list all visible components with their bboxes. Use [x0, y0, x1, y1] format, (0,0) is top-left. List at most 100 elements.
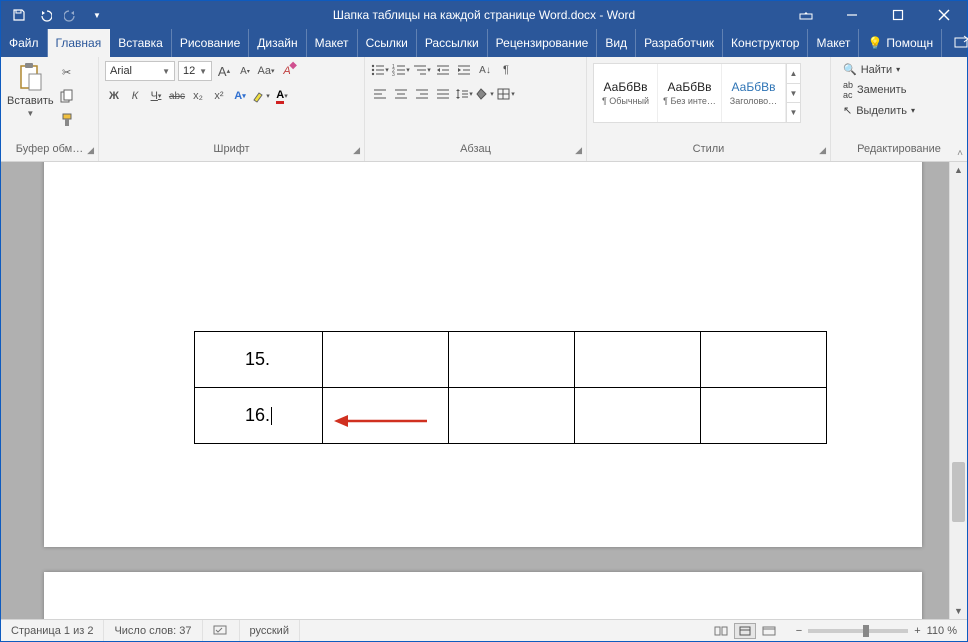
collapse-ribbon-icon[interactable]: ˄ [957, 148, 963, 159]
font-dialog-icon[interactable]: ◢ [353, 145, 360, 156]
select-button[interactable]: ↖Выделить ▾ [843, 104, 915, 117]
zoom-level[interactable]: 110 % [927, 625, 957, 637]
show-marks-icon[interactable]: ¶ [497, 61, 515, 79]
group-styles: АаБбВв ¶ Обычный АаБбВв ¶ Без инте… АаБб… [587, 57, 831, 161]
tab-developer[interactable]: Разработчик [636, 29, 723, 57]
tab-layout[interactable]: Макет [307, 29, 358, 57]
zoom-slider-knob[interactable] [863, 625, 869, 637]
tab-table-design[interactable]: Конструктор [723, 29, 808, 57]
qat-customize-icon[interactable]: ▼ [87, 5, 107, 25]
tab-mailings[interactable]: Рассылки [417, 29, 488, 57]
minimize-icon[interactable] [829, 1, 875, 29]
zoom-in-icon[interactable]: + [914, 625, 920, 637]
paste-icon[interactable] [16, 61, 44, 93]
tab-file[interactable]: Файл [1, 29, 48, 57]
tab-references[interactable]: Ссылки [358, 29, 417, 57]
sort-icon[interactable]: A↓ [476, 61, 494, 79]
status-language[interactable]: русский [240, 620, 300, 641]
scroll-up-icon[interactable]: ▲ [950, 162, 967, 178]
bold-button[interactable]: Ж [105, 87, 123, 105]
vertical-scrollbar[interactable]: ▲ ▼ [949, 162, 967, 619]
tab-table-layout[interactable]: Макет [808, 29, 859, 57]
title-bar: ▼ Шапка таблицы на каждой странице Word.… [1, 1, 967, 29]
undo-icon[interactable] [35, 5, 55, 25]
scrollbar-thumb[interactable] [952, 462, 965, 522]
zoom-out-icon[interactable]: − [796, 625, 802, 637]
tab-review[interactable]: Рецензирование [488, 29, 598, 57]
web-layout-icon[interactable] [758, 623, 780, 639]
tab-draw[interactable]: Рисование [172, 29, 249, 57]
tab-insert[interactable]: Вставка [110, 29, 172, 57]
font-name-combo[interactable]: Arial▼ [105, 61, 175, 81]
borders-icon[interactable]: ▾ [497, 85, 515, 103]
maximize-icon[interactable] [875, 1, 921, 29]
font-color-icon[interactable]: A▾ [273, 87, 291, 105]
styles-gallery[interactable]: АаБбВв ¶ Обычный АаБбВв ¶ Без инте… АаБб… [593, 63, 801, 123]
cut-icon[interactable]: ✂ [58, 63, 76, 81]
format-painter-icon[interactable] [58, 111, 76, 129]
styles-down-icon[interactable]: ▼ [787, 84, 800, 104]
share-icon[interactable] [952, 35, 968, 52]
close-icon[interactable] [921, 1, 967, 29]
ribbon-options-icon[interactable] [783, 1, 829, 29]
shrink-font-icon[interactable]: A▾ [236, 62, 254, 80]
tab-tell-me[interactable]: 💡Помощн [859, 29, 942, 57]
styles-up-icon[interactable]: ▲ [787, 64, 800, 84]
save-icon[interactable] [9, 5, 29, 25]
line-spacing-icon[interactable]: ▾ [455, 85, 473, 103]
underline-button[interactable]: Ч▾ [147, 87, 165, 105]
redo-icon[interactable] [61, 5, 81, 25]
zoom-slider[interactable] [808, 629, 908, 633]
document-area[interactable]: 15. 16. 17. 18. [1, 162, 949, 619]
print-layout-icon[interactable] [734, 623, 756, 639]
read-mode-icon[interactable] [710, 623, 732, 639]
clear-formatting-icon[interactable]: A◆ [278, 62, 296, 80]
table-row[interactable]: 16. [195, 388, 827, 444]
grow-font-icon[interactable]: A▴ [215, 62, 233, 80]
highlight-icon[interactable]: ▾ [252, 87, 270, 105]
table-row[interactable]: 15. [195, 332, 827, 388]
lightbulb-icon: 💡 [867, 36, 882, 50]
multilevel-list-icon[interactable]: ▾ [413, 61, 431, 79]
status-spellcheck-icon[interactable] [203, 620, 240, 641]
status-page[interactable]: Страница 1 из 2 [1, 620, 104, 641]
replace-button[interactable]: abacЗаменить [843, 80, 915, 100]
italic-button[interactable]: К [126, 87, 144, 105]
shading-icon[interactable]: ▾ [476, 85, 494, 103]
decrease-indent-icon[interactable] [434, 61, 452, 79]
align-right-icon[interactable] [413, 85, 431, 103]
increase-indent-icon[interactable] [455, 61, 473, 79]
justify-icon[interactable] [434, 85, 452, 103]
tab-view[interactable]: Вид [597, 29, 636, 57]
superscript-button[interactable]: x² [210, 87, 228, 105]
strikethrough-button[interactable]: abc [168, 87, 186, 105]
text-effects-icon[interactable]: A▾ [231, 87, 249, 105]
bullets-icon[interactable]: ▾ [371, 61, 389, 79]
paragraph-dialog-icon[interactable]: ◢ [575, 145, 582, 156]
paste-menu-icon[interactable]: ▼ [26, 109, 34, 118]
subscript-button[interactable]: x₂ [189, 87, 207, 105]
scroll-down-icon[interactable]: ▼ [950, 603, 967, 619]
style-heading1[interactable]: АаБбВв Заголово… [722, 64, 786, 122]
change-case-icon[interactable]: Aa▾ [257, 62, 275, 80]
tab-design[interactable]: Дизайн [249, 29, 306, 57]
zoom-control: − + 110 % [786, 625, 967, 637]
cell-number[interactable]: 15. [195, 332, 323, 388]
clipboard-dialog-icon[interactable]: ◢ [87, 145, 94, 156]
styles-dialog-icon[interactable]: ◢ [819, 145, 826, 156]
copy-icon[interactable] [58, 87, 76, 105]
align-center-icon[interactable] [392, 85, 410, 103]
status-word-count[interactable]: Число слов: 37 [104, 620, 202, 641]
font-size-combo[interactable]: 12▼ [178, 61, 212, 81]
cell-number-cursor[interactable]: 16. [195, 388, 323, 444]
style-normal[interactable]: АаБбВв ¶ Обычный [594, 64, 658, 122]
ribbon-tabs: Файл Главная Вставка Рисование Дизайн Ма… [1, 29, 967, 57]
align-left-icon[interactable] [371, 85, 389, 103]
styles-more-icon[interactable]: ▼ [787, 103, 800, 122]
styles-scroll[interactable]: ▲ ▼ ▼ [786, 64, 800, 122]
numbering-icon[interactable]: 123▾ [392, 61, 410, 79]
style-no-spacing[interactable]: АаБбВв ¶ Без инте… [658, 64, 722, 122]
tab-home[interactable]: Главная [48, 29, 111, 57]
document-table-1[interactable]: 15. 16. [194, 331, 827, 444]
find-button[interactable]: 🔍Найти ▾ [843, 63, 915, 76]
